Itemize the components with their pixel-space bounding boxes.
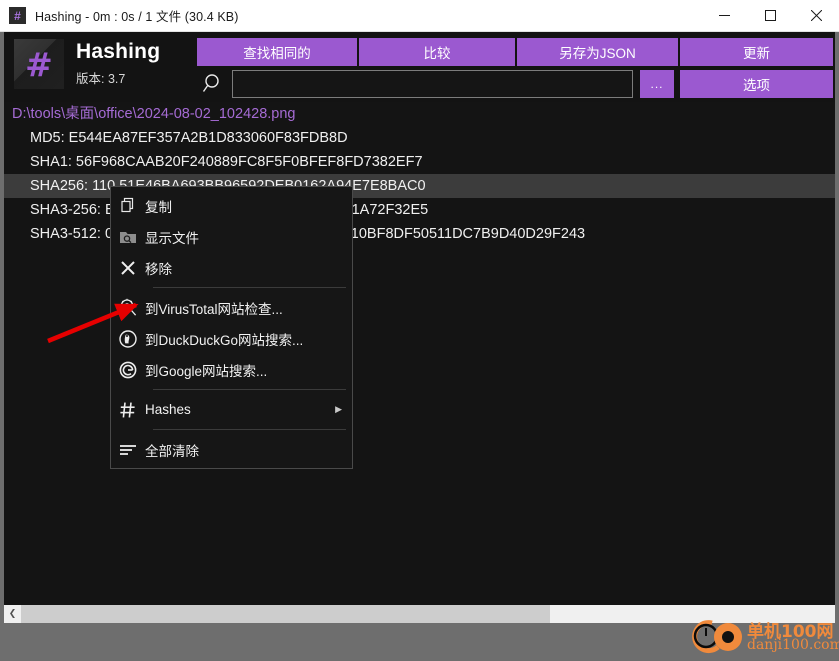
scroll-left-arrow[interactable]: ❮	[4, 605, 21, 623]
compare-button[interactable]: 比较	[359, 38, 515, 66]
window-controls	[701, 0, 839, 32]
menu-item-7[interactable]: Hashes ▶	[111, 394, 352, 425]
hash-icon: #	[25, 44, 53, 84]
menu-item-label: 复制	[145, 199, 172, 215]
virustotal-icon	[111, 298, 145, 317]
maximize-button[interactable]	[747, 0, 793, 32]
options-button[interactable]: 选项	[680, 70, 833, 98]
menu-item-3[interactable]: 移除	[111, 252, 352, 283]
menu-separator	[153, 389, 346, 390]
menu-item-label: 移除	[145, 261, 172, 277]
search-input[interactable]	[232, 70, 633, 98]
app-name-label: Hashing	[76, 40, 161, 63]
window-hash-icon: #	[9, 7, 26, 24]
menu-item-6[interactable]: 到Google网站搜索...	[111, 354, 352, 385]
app-logo: #	[14, 39, 64, 89]
browse-button[interactable]: ...	[640, 70, 674, 98]
hash-icon	[111, 401, 145, 419]
menu-item-5[interactable]: 到DuckDuckGo网站搜索...	[111, 323, 352, 354]
minimize-button[interactable]	[701, 0, 747, 32]
file-path-row[interactable]: D:\tools\桌面\office\2024-08-02_102428.png	[4, 102, 835, 126]
hash-row[interactable]: MD5: E544EA87EF357A2B1D833060F83FDB8D	[4, 126, 835, 150]
search-icon	[202, 72, 226, 96]
watermark: 单机100网 danji100.com	[685, 613, 839, 659]
application-window: # Hashing - 0m : 0s / 1 文件 (30.4 KB) # H…	[0, 0, 839, 661]
menu-item-4[interactable]: 到VirusTotal网站检查...	[111, 292, 352, 323]
menu-item-label: 到DuckDuckGo网站搜索...	[145, 332, 304, 348]
scrollbar-thumb[interactable]	[21, 605, 550, 623]
toolbar: # Hashing 版本: 3.7 查找相同的 比较 另存为JSON 更新 ..…	[4, 32, 835, 102]
hash-row[interactable]: SHA1: 56F968CAAB20F240889FC8F5F0BFEF8FD7…	[4, 150, 835, 174]
copy-icon	[111, 197, 145, 214]
submenu-arrow-icon: ▶	[335, 404, 342, 415]
title-bar: # Hashing - 0m : 0s / 1 文件 (30.4 KB)	[0, 0, 839, 32]
update-button[interactable]: 更新	[680, 38, 833, 66]
close-x-icon	[111, 260, 145, 276]
clear-all-icon	[111, 443, 145, 457]
find-duplicates-button[interactable]: 查找相同的	[197, 38, 357, 66]
watermark-logo-icon	[692, 620, 742, 654]
menu-item-label: 显示文件	[145, 230, 199, 246]
menu-item-2[interactable]: 显示文件	[111, 221, 352, 252]
window-title: Hashing - 0m : 0s / 1 文件 (30.4 KB)	[35, 10, 239, 24]
menu-item-label: Hashes	[145, 402, 191, 417]
google-icon	[111, 361, 145, 379]
menu-item-8[interactable]: 全部清除	[111, 434, 352, 465]
folder-search-icon	[111, 229, 145, 245]
menu-item-label: 到VirusTotal网站检查...	[145, 301, 283, 317]
menu-separator	[153, 429, 346, 430]
menu-item-label: 全部清除	[145, 443, 199, 459]
menu-separator	[153, 287, 346, 288]
save-as-json-button[interactable]: 另存为JSON	[517, 38, 678, 66]
app-version-label: 版本: 3.7	[76, 72, 126, 86]
menu-item-label: 到Google网站搜索...	[145, 363, 268, 379]
duckduckgo-icon	[111, 329, 145, 348]
watermark-line2: danji100.com	[747, 637, 839, 653]
context-menu: 复制显示文件移除到VirusTotal网站检查... 到DuckDuckGo网站搜…	[110, 186, 353, 469]
close-button[interactable]	[793, 0, 839, 32]
menu-item-1[interactable]: 复制	[111, 190, 352, 221]
